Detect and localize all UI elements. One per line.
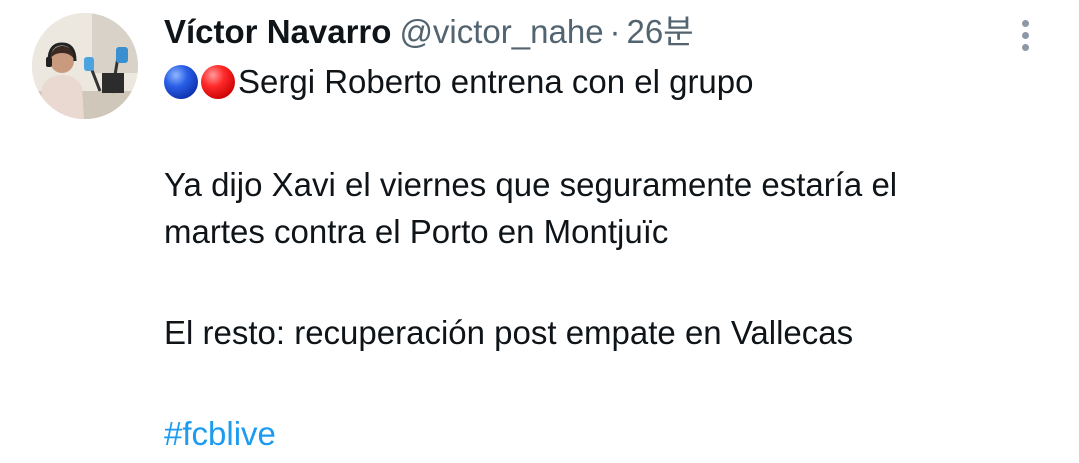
tweet-text-line-4: El resto: recuperación post empate en Va… <box>164 314 854 351</box>
more-vertical-icon <box>1022 20 1029 27</box>
tweet-timestamp[interactable]: 26분 <box>627 13 694 50</box>
avatar[interactable] <box>32 13 138 119</box>
tweet-header: Víctor Navarro @victor_nahe · 26분 <box>164 10 694 54</box>
author-handle[interactable]: @victor_nahe <box>399 13 603 50</box>
more-vertical-icon <box>1022 44 1029 51</box>
header-separator: · <box>609 13 621 50</box>
author-name[interactable]: Víctor Navarro <box>164 13 391 50</box>
tweet-text-line-3: martes contra el Porto en Montjuïc <box>164 213 669 250</box>
tweet-text-line-2: Ya dijo Xavi el viernes que seguramente … <box>164 166 898 203</box>
more-options-button[interactable] <box>1010 16 1042 56</box>
hashtag-link[interactable]: #fcblive <box>164 410 276 457</box>
tweet-text-line: Sergi Roberto entrena con el grupo <box>164 58 754 105</box>
blue-circle-emoji-icon <box>164 65 198 99</box>
tweet-text-line-1: Sergi Roberto entrena con el grupo <box>238 63 754 100</box>
red-circle-emoji-icon <box>201 65 235 99</box>
more-vertical-icon <box>1022 32 1029 39</box>
tweet[interactable]: Víctor Navarro @victor_nahe · 26분 Sergi Rob… <box>0 0 1079 463</box>
